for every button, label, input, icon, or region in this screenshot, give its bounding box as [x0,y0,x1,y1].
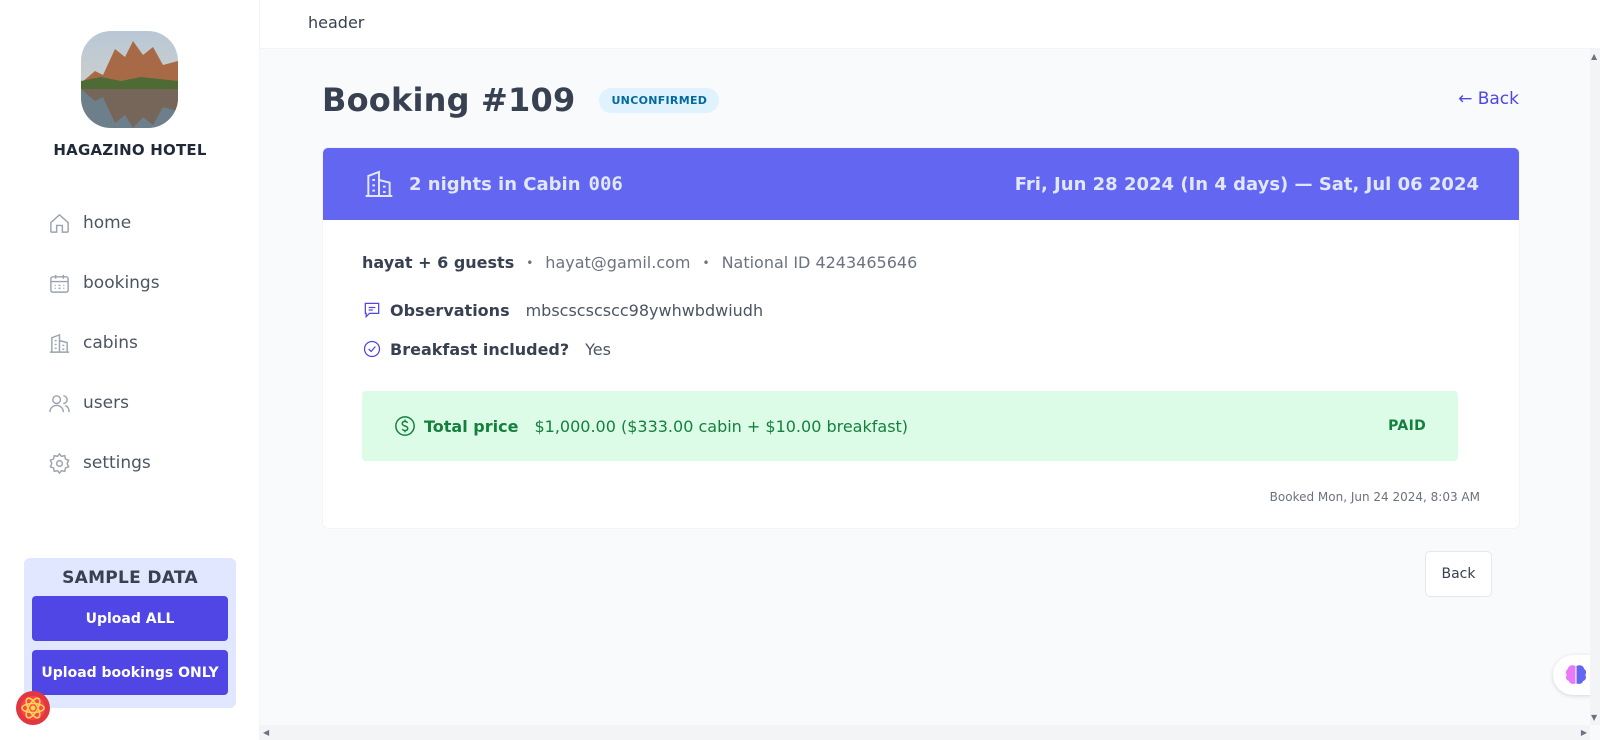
guest-national-id: National ID 4243465646 [721,253,918,272]
breakfast-label: Breakfast included? [390,339,570,359]
dollar-circle-icon [395,416,415,436]
check-circle-icon [363,340,381,358]
sample-data-panel: SAMPLE DATA Upload ALL Upload bookings O… [24,558,236,708]
react-query-devtools-icon[interactable] [12,687,54,729]
main-content: Booking #109 UNCONFIRMED ← Back 2 nights… [260,49,1590,725]
nav-label-settings: settings [83,453,151,473]
building-icon [365,170,393,197]
status-badge: UNCONFIRMED [599,87,720,113]
back-link[interactable]: ← Back [1458,89,1519,109]
booking-detail-card: 2 nights in Cabin 006 Fri, Jun 28 2024 (… [322,147,1520,529]
observations-row: Observations mbscscscscc98ywhwbdwiudh [362,300,763,320]
price-summary: Total price $1,000.00 ($333.00 cabin + $… [394,415,908,437]
observations-label: Observations [390,300,510,320]
booking-dates: Fri, Jun 28 2024 (In 4 days) — Sat, Jul … [1014,173,1479,195]
users-icon [49,394,70,412]
nav-item-cabins[interactable]: cabins [24,320,234,366]
booked-timestamp: Booked Mon, Jun 24 2024, 8:03 AM [1269,490,1480,504]
guest-email: hayat@gamil.com [545,253,691,272]
app-header: header [260,0,1600,49]
header-text: header [308,13,365,32]
separator-dot: • [702,255,710,270]
scroll-up-icon[interactable]: ▲ [1591,52,1597,61]
nav-label-users: users [83,393,129,413]
cabin-summary: 2 nights in Cabin 006 [363,168,623,200]
guest-name: hayat + 6 guests [362,253,515,272]
brain-icon [1565,665,1587,684]
main-nav: home bookings cabins users settings [24,200,234,500]
total-price-value: $1,000.00 ($333.00 cabin + $10.00 breakf… [534,416,909,436]
vertical-scrollbar[interactable]: ▲ ▼ [1590,49,1600,725]
nav-label-bookings: bookings [83,273,160,293]
nav-item-users[interactable]: users [24,380,234,426]
nights-text: 2 nights in Cabin [409,173,581,195]
upload-all-button[interactable]: Upload ALL [32,596,228,641]
calendar-icon [50,274,69,293]
guest-info-row: hayat + 6 guests • hayat@gamil.com • Nat… [362,253,917,272]
gear-icon [49,452,70,474]
upload-bookings-button[interactable]: Upload bookings ONLY [32,650,228,695]
scroll-right-icon[interactable]: ▶ [1581,728,1587,737]
back-button[interactable]: Back [1425,551,1492,597]
total-price-label: Total price [424,416,519,436]
heading-row: Booking #109 UNCONFIRMED [322,81,720,119]
sample-data-title: SAMPLE DATA [62,568,198,588]
nav-item-bookings[interactable]: bookings [24,260,234,306]
scroll-left-icon[interactable]: ◀ [263,728,269,737]
scroll-down-icon[interactable]: ▼ [1591,713,1597,722]
price-box: Total price $1,000.00 ($333.00 cabin + $… [362,391,1458,461]
hotel-logo [81,31,178,128]
breakfast-value: Yes [585,339,611,359]
hotel-name: HAGAZINO HOTEL [53,141,207,159]
observations-value: mbscscscscc98ywhwbdwiudh [525,300,764,320]
breakfast-row: Breakfast included? Yes [362,339,611,359]
nav-label-cabins: cabins [83,333,138,353]
paid-status: PAID [1388,418,1426,434]
nav-item-home[interactable]: home [24,200,234,246]
sidebar: HAGAZINO HOTEL home bookings cabins user… [0,0,260,740]
booking-card-header: 2 nights in Cabin 006 Fri, Jun 28 2024 (… [323,148,1519,220]
cabin-number: 006 [588,173,623,195]
horizontal-scrollbar[interactable]: ◀ ▶ [260,725,1590,740]
home-icon [50,213,69,233]
nav-label-home: home [83,213,132,233]
building-icon [49,333,70,353]
nav-item-settings[interactable]: settings [24,440,234,486]
separator-dot: • [526,255,534,270]
page-title: Booking #109 [322,81,576,119]
chat-bubble-icon [364,302,380,319]
